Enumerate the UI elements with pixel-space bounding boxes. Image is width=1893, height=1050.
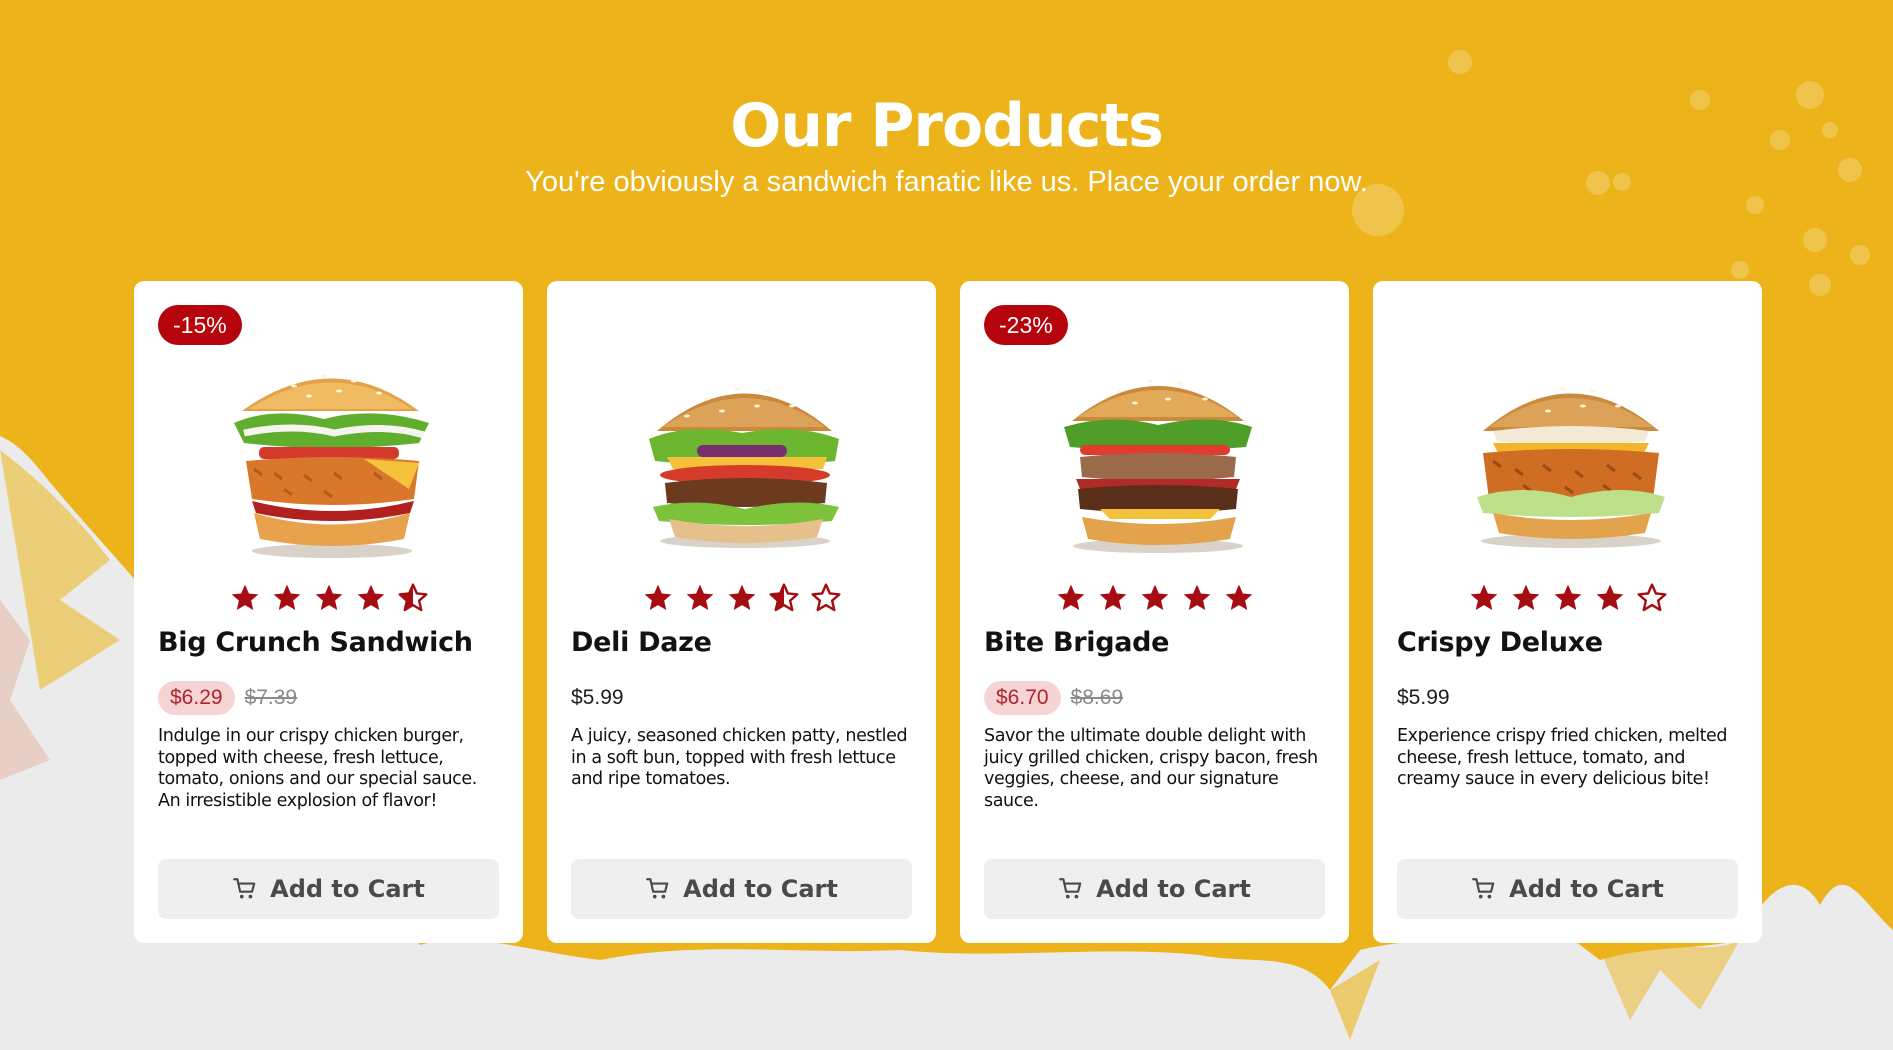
discount-badge: -15% bbox=[158, 305, 242, 345]
add-to-cart-label: Add to Cart bbox=[683, 875, 838, 903]
star-full-icon bbox=[355, 582, 387, 614]
star-full-icon bbox=[1510, 582, 1542, 614]
star-full-icon bbox=[1594, 582, 1626, 614]
add-to-cart-button[interactable]: Add to Cart bbox=[984, 859, 1325, 919]
add-to-cart-button[interactable]: Add to Cart bbox=[1397, 859, 1738, 919]
product-card: -15% Big Crunch Sandwich $6.29 $7.39 Ind… bbox=[134, 281, 523, 943]
product-image bbox=[960, 361, 1349, 561]
add-to-cart-button[interactable]: Add to Cart bbox=[571, 859, 912, 919]
star-empty-icon bbox=[810, 582, 842, 614]
price-row: $5.99 bbox=[571, 681, 624, 715]
star-full-icon bbox=[726, 582, 758, 614]
cart-icon bbox=[232, 876, 258, 902]
product-card: Crispy Deluxe $5.99 Experience crispy fr… bbox=[1373, 281, 1762, 943]
product-image bbox=[134, 361, 523, 561]
product-image bbox=[547, 361, 936, 561]
star-full-icon bbox=[1139, 582, 1171, 614]
rating-stars bbox=[960, 582, 1349, 614]
cart-icon bbox=[1058, 876, 1084, 902]
price-row: $6.29 $7.39 bbox=[158, 681, 297, 715]
product-description: Indulge in our crispy chicken burger, to… bbox=[158, 726, 477, 811]
price: $5.99 bbox=[571, 686, 624, 709]
star-full-icon bbox=[313, 582, 345, 614]
rating-stars bbox=[134, 582, 523, 614]
price: $5.99 bbox=[1397, 686, 1450, 709]
star-empty-icon bbox=[1636, 582, 1668, 614]
star-full-icon bbox=[684, 582, 716, 614]
add-to-cart-label: Add to Cart bbox=[1509, 875, 1664, 903]
product-name: Crispy Deluxe bbox=[1397, 627, 1603, 658]
sale-price: $6.29 bbox=[158, 681, 235, 715]
product-image bbox=[1373, 361, 1762, 561]
product-card: -23% Bite Brigade $6.70 $8.69 Savor the … bbox=[960, 281, 1349, 943]
cart-icon bbox=[645, 876, 671, 902]
product-description: A juicy, seasoned chicken patty, nestled… bbox=[571, 726, 908, 789]
star-full-icon bbox=[1181, 582, 1213, 614]
product-description: Experience crispy fried chicken, melted … bbox=[1397, 726, 1728, 789]
star-full-icon bbox=[1055, 582, 1087, 614]
original-price: $8.69 bbox=[1070, 686, 1124, 709]
product-name: Bite Brigade bbox=[984, 627, 1170, 658]
star-full-icon bbox=[1223, 582, 1255, 614]
product-grid: -15% Big Crunch Sandwich $6.29 $7.39 Ind… bbox=[134, 281, 1762, 943]
rating-stars bbox=[1373, 582, 1762, 614]
star-full-icon bbox=[271, 582, 303, 614]
star-full-icon bbox=[1097, 582, 1129, 614]
page-title: Our Products bbox=[730, 91, 1164, 161]
star-full-icon bbox=[1468, 582, 1500, 614]
original-price: $7.39 bbox=[244, 686, 298, 709]
add-to-cart-button[interactable]: Add to Cart bbox=[158, 859, 499, 919]
star-full-icon bbox=[229, 582, 261, 614]
price-row: $6.70 $8.69 bbox=[984, 681, 1123, 715]
sale-price: $6.70 bbox=[984, 681, 1061, 715]
section-header: Our Products You're obviously a sandwich… bbox=[0, 90, 1893, 199]
price-row: $5.99 bbox=[1397, 681, 1450, 715]
star-full-icon bbox=[642, 582, 674, 614]
star-half-icon bbox=[768, 582, 800, 614]
add-to-cart-label: Add to Cart bbox=[1096, 875, 1251, 903]
star-half-icon bbox=[397, 582, 429, 614]
product-card: Deli Daze $5.99 A juicy, seasoned chicke… bbox=[547, 281, 936, 943]
cart-icon bbox=[1471, 876, 1497, 902]
add-to-cart-label: Add to Cart bbox=[270, 875, 425, 903]
product-description: Savor the ultimate double delight with j… bbox=[984, 726, 1318, 811]
discount-badge: -23% bbox=[984, 305, 1068, 345]
product-name: Deli Daze bbox=[571, 627, 712, 658]
page-subtitle: You're obviously a sandwich fanatic like… bbox=[525, 166, 1368, 198]
star-full-icon bbox=[1552, 582, 1584, 614]
rating-stars bbox=[547, 582, 936, 614]
product-name: Big Crunch Sandwich bbox=[158, 627, 473, 658]
